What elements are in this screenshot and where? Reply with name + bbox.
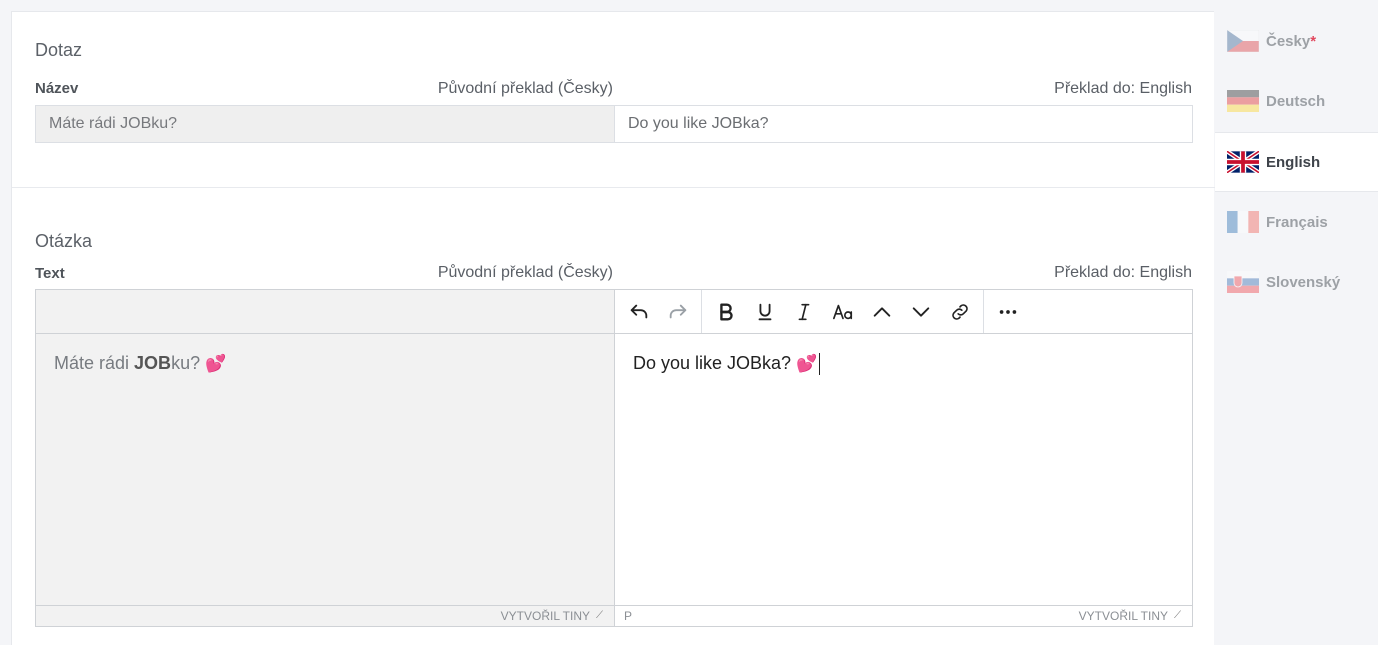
history-group <box>615 290 702 333</box>
heart-emoji-icon: 💕 <box>205 354 227 373</box>
uk-flag-icon <box>1227 151 1259 173</box>
language-tab-slovensky[interactable]: Slovenský <box>1215 252 1378 312</box>
language-sidebar: Česky * Deutsch English Français Slovensk… <box>1215 11 1378 645</box>
slovak-flag-icon <box>1227 271 1259 293</box>
translation-text: Do you like JOBka? <box>633 353 797 373</box>
translation-statusbar: P VYTVOŘIL TINY ⟋ <box>615 605 1192 626</box>
section-divider <box>12 187 1215 188</box>
target-header: Překlad do: English <box>1054 264 1192 281</box>
font-size-icon[interactable] <box>823 295 862 329</box>
language-label: English <box>1266 153 1321 171</box>
language-tab-deutsch[interactable]: Deutsch <box>1215 71 1378 131</box>
tiny-branding[interactable]: VYTVOŘIL TINY <box>501 609 590 623</box>
required-mark: * <box>1310 32 1317 50</box>
french-flag-icon <box>1227 211 1259 233</box>
tiny-branding[interactable]: VYTVOŘIL TINY <box>1079 609 1168 623</box>
field-label-nazev: Název <box>35 80 79 97</box>
heart-emoji-icon: 💕 <box>796 354 818 373</box>
overflow-group <box>984 290 1031 333</box>
language-tab-francais[interactable]: Français <box>1215 192 1378 252</box>
original-header: Původní překlad (Česky) <box>437 80 613 97</box>
italic-icon[interactable] <box>784 295 823 329</box>
text-editors: Máte rádi JOBku? 💕 VYTVOŘIL TINY ⟋ Do yo… <box>35 289 1193 627</box>
element-path[interactable]: P <box>624 609 632 623</box>
original-text-bold: JOB <box>134 353 172 373</box>
translation-title-input[interactable]: Do you like JOBka? <box>615 106 1192 142</box>
original-title-field: Máte rádi JOBku? <box>36 106 615 142</box>
translation-text-content[interactable]: Do you like JOBka? 💕 <box>615 334 1192 394</box>
language-tab-cesky[interactable]: Česky * <box>1215 11 1378 71</box>
language-tab-english[interactable]: English <box>1215 132 1378 192</box>
format-group <box>702 290 984 333</box>
language-label: Français <box>1266 213 1328 231</box>
more-icon[interactable] <box>988 295 1027 329</box>
link-icon[interactable] <box>940 295 979 329</box>
target-header: Překlad do: English <box>1054 80 1192 97</box>
original-statusbar: VYTVOŘIL TINY ⟋ <box>36 605 614 626</box>
translation-panel: Dotaz Název Původní překlad (Česky) Přek… <box>11 11 1215 645</box>
resize-handle-icon[interactable]: ⟋ <box>1174 611 1184 621</box>
editor-toolbar <box>615 290 1192 334</box>
german-flag-icon <box>1227 90 1259 112</box>
original-text-prefix: Máte rádi <box>54 353 135 373</box>
section-title-otazka: Otázka <box>35 231 93 251</box>
redo-icon[interactable] <box>658 295 697 329</box>
czech-flag-icon <box>1227 30 1259 52</box>
chevron-up-icon[interactable] <box>862 295 901 329</box>
resize-handle-icon[interactable]: ⟋ <box>596 611 606 621</box>
language-label: Deutsch <box>1266 92 1326 110</box>
underline-icon[interactable] <box>745 295 784 329</box>
original-header: Původní překlad (Česky) <box>437 264 613 281</box>
title-fields-row: Máte rádi JOBku? Do you like JOBka? <box>35 105 1193 143</box>
undo-icon[interactable] <box>619 295 658 329</box>
language-label: Česky <box>1266 32 1311 50</box>
original-text-editor: Máte rádi JOBku? 💕 VYTVOŘIL TINY ⟋ <box>36 290 615 626</box>
original-toolbar-empty <box>36 290 614 334</box>
text-cursor <box>819 353 821 376</box>
translation-text-editor[interactable]: Do you like JOBka? 💕 P VYTVOŘIL TINY ⟋ <box>615 290 1192 626</box>
original-text-suffix: ku? <box>171 353 206 373</box>
language-label: Slovenský <box>1266 273 1341 291</box>
original-text-content: Máte rádi JOBku? 💕 <box>36 334 614 393</box>
bold-icon[interactable] <box>706 295 745 329</box>
status-right: VYTVOŘIL TINY ⟋ <box>1079 609 1184 623</box>
field-label-text: Text <box>35 265 65 282</box>
chevron-down-icon[interactable] <box>901 295 940 329</box>
section-title-dotaz: Dotaz <box>35 40 83 60</box>
